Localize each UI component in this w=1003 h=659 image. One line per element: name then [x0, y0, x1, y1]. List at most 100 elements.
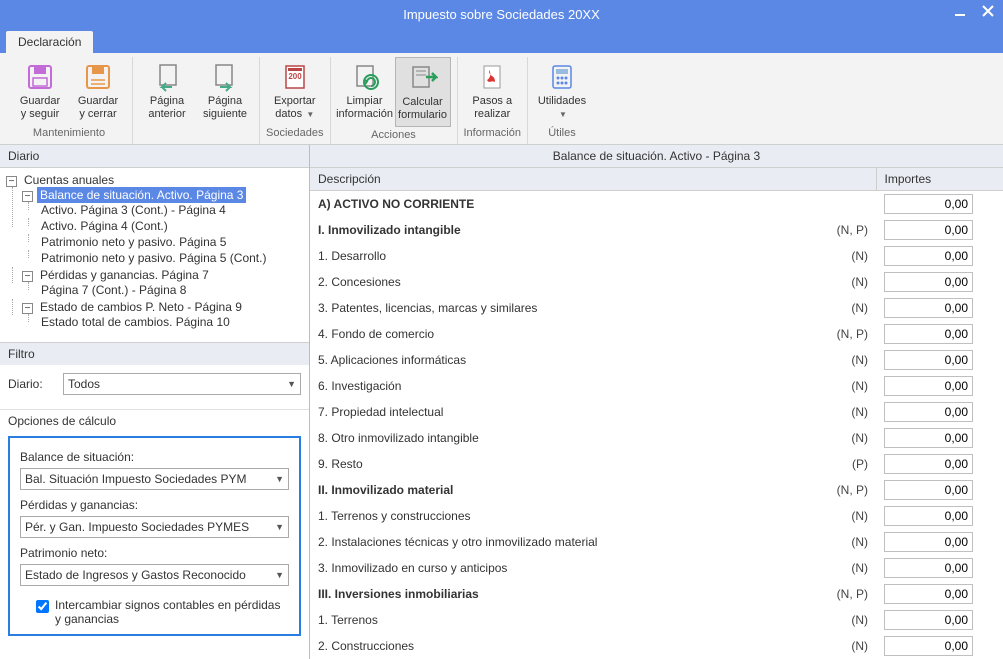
- table-row: 4. Fondo de comercio(N, P): [310, 321, 1003, 347]
- tree-item-selected[interactable]: Balance de situación. Activo. Página 3: [37, 187, 246, 203]
- tree-item[interactable]: Patrimonio neto y pasivo. Página 5: [38, 234, 229, 250]
- ribbon-button-export[interactable]: 200Exportardatos ▼: [267, 57, 323, 125]
- ribbon-label: datos ▼: [275, 108, 314, 121]
- row-value-cell: [876, 295, 981, 321]
- amount-input[interactable]: [884, 532, 973, 552]
- amount-input[interactable]: [884, 376, 973, 396]
- filter-panel: Filtro Diario: Todos ▼: [0, 343, 309, 410]
- tab-declaracion[interactable]: Declaración: [6, 31, 93, 53]
- row-description: II. Inmovilizado material: [310, 477, 826, 503]
- tree-toggle-icon[interactable]: −: [22, 271, 33, 282]
- tree-toggle-icon[interactable]: −: [6, 176, 17, 187]
- row-note: [981, 503, 1003, 529]
- swap-signs-checkbox[interactable]: [36, 600, 49, 613]
- ribbon-label: Página: [208, 95, 242, 108]
- ribbon-button-page-prev[interactable]: Páginaanterior: [139, 57, 195, 125]
- amount-input[interactable]: [884, 194, 973, 214]
- table-row: 8. Otro inmovilizado intangible(N): [310, 425, 1003, 451]
- tree-view[interactable]: −Cuentas anuales −Balance de situación. …: [0, 168, 309, 343]
- col-descripcion[interactable]: Descripción: [310, 168, 876, 191]
- table-row: 1. Terrenos y construcciones(N): [310, 503, 1003, 529]
- ribbon-label: ▼: [557, 108, 567, 121]
- ribbon-button-calc[interactable]: Calcularformulario: [395, 57, 451, 127]
- tree-item[interactable]: Página 7 (Cont.) - Página 8: [38, 282, 189, 298]
- amount-input[interactable]: [884, 428, 973, 448]
- row-value-cell: [876, 607, 981, 633]
- table-row: 5. Aplicaciones informáticas(N): [310, 347, 1003, 373]
- ribbon-label: siguiente: [203, 108, 247, 121]
- row-note: [981, 217, 1003, 243]
- tree-node[interactable]: Estado de cambios P. Neto - Página 9: [37, 299, 245, 315]
- table-scroll[interactable]: Descripción Importes A) ACTIVO NO CORRIE…: [310, 168, 1003, 659]
- minimize-icon[interactable]: [953, 4, 967, 18]
- amount-input[interactable]: [884, 584, 973, 604]
- row-note: [981, 633, 1003, 659]
- options-title: Opciones de cálculo: [0, 410, 309, 432]
- chevron-down-icon: ▼: [287, 379, 296, 389]
- window-title: Impuesto sobre Sociedades 20XX: [403, 7, 600, 22]
- amount-input[interactable]: [884, 324, 973, 344]
- patrimonio-combo[interactable]: Estado de Ingresos y Gastos Reconocido ▼: [20, 564, 289, 586]
- options-box: Balance de situación: Bal. Situación Imp…: [8, 436, 301, 636]
- amount-input[interactable]: [884, 350, 973, 370]
- tree-toggle-icon[interactable]: −: [22, 303, 33, 314]
- tree-item[interactable]: Estado total de cambios. Página 10: [38, 314, 233, 330]
- row-tag: (N): [826, 373, 876, 399]
- row-description: 7. Propiedad intelectual: [310, 399, 826, 425]
- swap-signs-label: Intercambiar signos contables en pérdida…: [55, 598, 285, 626]
- patrimonio-label: Patrimonio neto:: [20, 546, 289, 560]
- tree-item[interactable]: Patrimonio neto y pasivo. Página 5 (Cont…: [38, 250, 269, 266]
- row-tag: (N): [826, 529, 876, 555]
- ribbon-button-util[interactable]: Utilidades ▼: [534, 57, 590, 125]
- row-description: 6. Investigación: [310, 373, 826, 399]
- ribbon-group-title: Información: [464, 125, 521, 140]
- ribbon-group: PáginaanteriorPáginasiguiente: [133, 57, 260, 144]
- ribbon-label: y cerrar: [79, 108, 116, 121]
- diario-filter-combo[interactable]: Todos ▼: [63, 373, 301, 395]
- ribbon-label: Utilidades: [538, 95, 586, 108]
- row-description: 4. Fondo de comercio: [310, 321, 826, 347]
- tree-item[interactable]: Activo. Página 3 (Cont.) - Página 4: [38, 202, 229, 218]
- amount-input[interactable]: [884, 610, 973, 630]
- table-row: 3. Patentes, licencias, marcas y similar…: [310, 295, 1003, 321]
- tree-item[interactable]: Activo. Página 4 (Cont.): [38, 218, 171, 234]
- row-description: 3. Inmovilizado en curso y anticipos: [310, 555, 826, 581]
- ribbon-button-page-next[interactable]: Páginasiguiente: [197, 57, 253, 125]
- ribbon-group-title: Sociedades: [266, 125, 324, 140]
- pyg-combo[interactable]: Pér. y Gan. Impuesto Sociedades PYMES ▼: [20, 516, 289, 538]
- row-tag: (N, P): [826, 321, 876, 347]
- page-next-icon: [209, 61, 241, 93]
- table-row: 1. Terrenos(N): [310, 607, 1003, 633]
- row-note: [981, 529, 1003, 555]
- tree-root[interactable]: Cuentas anuales: [21, 172, 117, 188]
- amount-input[interactable]: [884, 454, 973, 474]
- amount-input[interactable]: [884, 636, 973, 656]
- row-value-cell: [876, 633, 981, 659]
- row-tag: (N): [826, 555, 876, 581]
- ribbon-button-save-close[interactable]: Guardary cerrar: [70, 57, 126, 125]
- ribbon-label: Guardar: [78, 95, 118, 108]
- balance-combo[interactable]: Bal. Situación Impuesto Sociedades PYM ▼: [20, 468, 289, 490]
- amount-input[interactable]: [884, 246, 973, 266]
- amount-input[interactable]: [884, 220, 973, 240]
- amount-input[interactable]: [884, 298, 973, 318]
- ribbon-button-save[interactable]: Guardary seguir: [12, 57, 68, 125]
- row-note: [981, 191, 1003, 218]
- row-value-cell: [876, 425, 981, 451]
- ribbon-label: Pasos a: [472, 95, 512, 108]
- ribbon-button-pdf[interactable]: Pasos arealizar: [464, 57, 520, 125]
- row-tag: (N): [826, 399, 876, 425]
- amount-input[interactable]: [884, 402, 973, 422]
- tree-toggle-icon[interactable]: −: [22, 191, 33, 202]
- row-tag: (N): [826, 503, 876, 529]
- row-description: 5. Aplicaciones informáticas: [310, 347, 826, 373]
- col-importes[interactable]: Importes: [876, 168, 1003, 191]
- close-icon[interactable]: [981, 4, 995, 18]
- tree-node[interactable]: Pérdidas y ganancias. Página 7: [37, 267, 212, 283]
- amount-input[interactable]: [884, 272, 973, 292]
- ribbon-button-clean[interactable]: Limpiarinformación: [337, 57, 393, 127]
- amount-input[interactable]: [884, 480, 973, 500]
- amount-input[interactable]: [884, 506, 973, 526]
- amount-input[interactable]: [884, 558, 973, 578]
- row-note: [981, 451, 1003, 477]
